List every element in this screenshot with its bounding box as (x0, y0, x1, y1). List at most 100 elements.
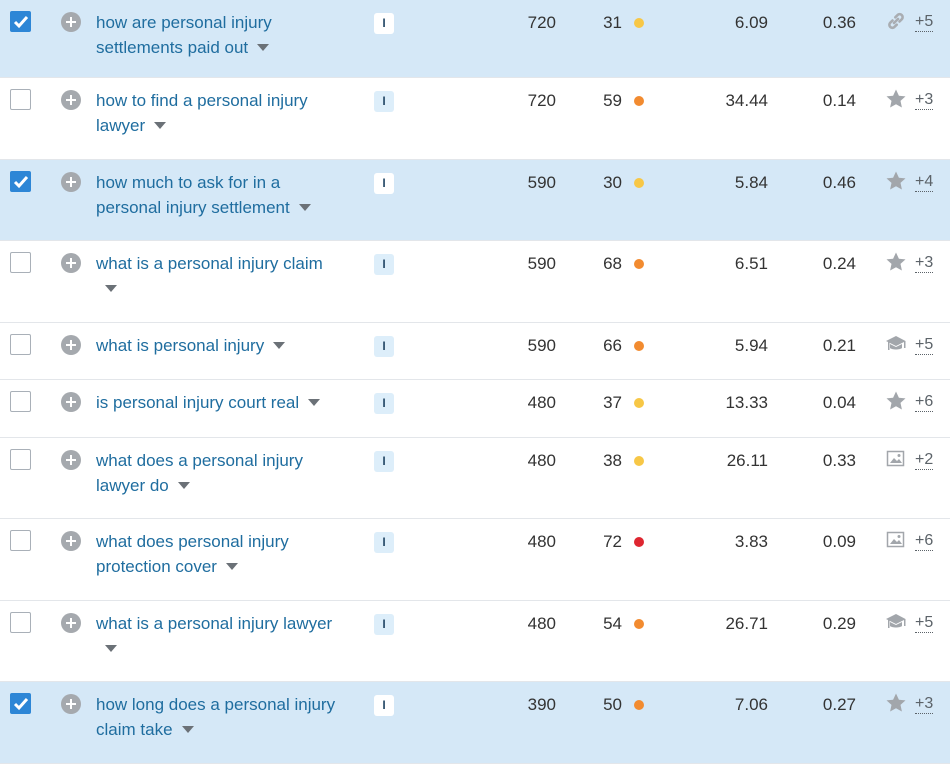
keyword-text[interactable]: how much to ask for in a personal injury… (96, 173, 290, 217)
more-serp-features-link[interactable]: +5 (915, 12, 934, 32)
row-checkbox[interactable] (10, 11, 31, 32)
keyword-text[interactable]: what is a personal injury claim (96, 254, 323, 273)
intent-badge: I (374, 613, 394, 635)
more-serp-features-link[interactable]: +6 (915, 531, 934, 551)
caret-down-icon[interactable] (257, 44, 270, 51)
star-icon (885, 88, 907, 110)
more-serp-features-link[interactable]: +2 (915, 450, 934, 470)
table-row: what is a personal injury lawyer I 480 5… (0, 600, 950, 682)
volume-value: 480 (527, 613, 556, 633)
more-serp-features-link[interactable]: +6 (915, 392, 934, 412)
keyword-text[interactable]: what is personal injury (96, 336, 264, 355)
volume-value: 590 (527, 172, 556, 192)
caret-down-icon[interactable] (105, 644, 117, 652)
caret-down-icon[interactable] (154, 122, 167, 129)
keyword-link[interactable]: is personal injury court real (96, 390, 336, 415)
intent-badge: I (374, 335, 394, 357)
kd-difficulty-dot (634, 398, 644, 408)
caret-down-icon[interactable] (105, 285, 117, 292)
keyword-link[interactable]: what is a personal injury lawyer (96, 611, 336, 661)
kd-value: 30 (603, 172, 622, 192)
row-checkbox[interactable] (10, 252, 31, 273)
keyword-link[interactable]: what is personal injury (96, 333, 336, 358)
keyword-link[interactable]: what is a personal injury claim (96, 251, 336, 301)
keyword-text[interactable]: what does personal injury protection cov… (96, 532, 289, 576)
add-to-list-icon[interactable] (61, 334, 81, 355)
more-serp-features-link[interactable]: +5 (915, 613, 934, 633)
row-checkbox[interactable] (10, 89, 31, 110)
more-serp-features-link[interactable]: +3 (915, 694, 934, 714)
table-row: what does personal injury protection cov… (0, 519, 950, 601)
image-icon (885, 448, 907, 470)
row-checkbox[interactable] (10, 448, 31, 470)
kd-difficulty-dot (634, 340, 644, 351)
keyword-link[interactable]: how long does a personal injury claim ta… (96, 692, 336, 742)
add-to-list-icon[interactable] (61, 449, 81, 470)
keyword-text[interactable]: how to find a personal injury lawyer (96, 91, 308, 135)
row-checkbox[interactable] (10, 333, 31, 355)
caret-down-icon[interactable] (225, 563, 238, 570)
link-icon (885, 10, 907, 32)
row-checkbox[interactable] (10, 530, 31, 551)
add-to-list-icon[interactable] (61, 12, 81, 32)
kd-difficulty-dot (634, 537, 644, 547)
volume-value: 720 (527, 13, 556, 32)
more-serp-features-link[interactable]: +5 (915, 335, 934, 355)
more-serp-features-link[interactable]: +4 (915, 172, 934, 192)
add-to-list-icon[interactable] (61, 253, 81, 273)
add-to-list-icon[interactable] (61, 531, 81, 551)
keyword-table: how are personal injury settlements paid… (0, 0, 950, 764)
caret-down-icon[interactable] (308, 399, 321, 406)
star-icon (885, 170, 907, 192)
add-to-list-icon[interactable] (61, 90, 81, 110)
keyword-text[interactable]: what does a personal injury lawyer do (96, 451, 303, 495)
add-to-list-icon[interactable] (61, 612, 81, 633)
caret-down-icon[interactable] (181, 726, 194, 733)
row-checkbox[interactable] (10, 170, 31, 192)
competition-value: 0.21 (822, 335, 856, 355)
caret-down-icon[interactable] (298, 203, 311, 211)
keyword-text[interactable]: is personal injury court real (96, 393, 299, 412)
intent-badge: I (374, 172, 394, 194)
competition-value: 0.46 (822, 172, 856, 192)
kd-value: 31 (603, 13, 622, 32)
cpc-value: 5.94 (734, 335, 768, 355)
add-to-list-icon[interactable] (61, 392, 81, 412)
intent-badge: I (374, 695, 394, 716)
intent-badge: I (374, 532, 394, 553)
keyword-link[interactable]: how are personal injury settlements paid… (96, 10, 336, 60)
volume-value: 720 (527, 91, 556, 110)
row-checkbox[interactable] (10, 391, 31, 412)
cpc-value: 6.09 (734, 13, 768, 32)
kd-difficulty-dot (634, 700, 644, 710)
keyword-link[interactable]: how much to ask for in a personal injury… (96, 170, 336, 220)
keyword-link[interactable]: what does personal injury protection cov… (96, 529, 336, 579)
more-serp-features-link[interactable]: +3 (915, 90, 934, 110)
table-row: what is personal injury I 590 66 5.94 0.… (0, 322, 950, 380)
keyword-text[interactable]: what is a personal injury lawyer (96, 614, 332, 633)
table-row: what does a personal injury lawyer do I … (0, 437, 950, 519)
kd-value: 72 (603, 532, 622, 551)
caret-down-icon[interactable] (177, 481, 190, 489)
keyword-text[interactable]: how long does a personal injury claim ta… (96, 695, 335, 739)
keyword-link[interactable]: what does a personal injury lawyer do (96, 448, 336, 498)
table-row: how to find a personal injury lawyer I 7… (0, 78, 950, 160)
cpc-value: 13.33 (725, 393, 768, 412)
intent-badge: I (374, 254, 394, 275)
star-icon (885, 251, 907, 273)
competition-value: 0.24 (822, 254, 856, 273)
kd-value: 54 (603, 613, 622, 633)
add-to-list-icon[interactable] (61, 694, 81, 714)
keyword-text[interactable]: how are personal injury settlements paid… (96, 13, 272, 57)
cpc-value: 6.51 (734, 254, 768, 273)
kd-difficulty-dot (634, 18, 644, 28)
kd-value: 37 (603, 393, 622, 412)
caret-down-icon[interactable] (273, 341, 286, 349)
keyword-link[interactable]: how to find a personal injury lawyer (96, 88, 336, 138)
cpc-value: 7.06 (734, 695, 768, 714)
more-serp-features-link[interactable]: +3 (915, 253, 934, 273)
add-to-list-icon[interactable] (61, 171, 81, 192)
row-checkbox[interactable] (10, 693, 31, 714)
table-row: how long does a personal injury claim ta… (0, 682, 950, 764)
row-checkbox[interactable] (10, 611, 31, 633)
